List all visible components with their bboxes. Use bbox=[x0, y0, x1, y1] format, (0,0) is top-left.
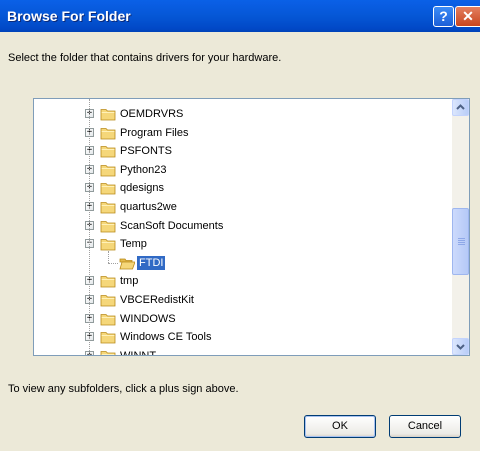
folder-label: PSFONTS bbox=[120, 145, 172, 157]
tree-item[interactable]: + quartus2we bbox=[34, 198, 454, 216]
close-icon: ✕ bbox=[462, 8, 474, 24]
tree-item[interactable]: + WINNT bbox=[34, 347, 454, 356]
folder-icon bbox=[100, 165, 116, 177]
folder-label: WINNT bbox=[120, 350, 157, 356]
scroll-up-button[interactable] bbox=[452, 99, 469, 116]
tree-item[interactable]: + qdesigns bbox=[34, 179, 454, 197]
folder-label: tmp bbox=[120, 275, 139, 287]
scroll-down-button[interactable] bbox=[452, 338, 469, 355]
scroll-thumb[interactable] bbox=[452, 208, 469, 275]
folder-icon bbox=[100, 295, 116, 307]
help-icon: ? bbox=[439, 8, 448, 24]
tree-item[interactable]: + Windows CE Tools bbox=[34, 328, 454, 346]
selected-folder-label: FTDI bbox=[137, 256, 166, 270]
folder-label: Python23 bbox=[120, 164, 167, 176]
folder-icon bbox=[100, 221, 116, 233]
title-bar[interactable]: Browse For Folder ? ✕ bbox=[0, 0, 480, 32]
folder-icon bbox=[100, 276, 116, 288]
folder-icon bbox=[100, 239, 116, 251]
tree-item[interactable]: + WINDOWS bbox=[34, 310, 454, 328]
cancel-button[interactable]: Cancel bbox=[389, 415, 461, 438]
tree-item[interactable]: + Python23 bbox=[34, 161, 454, 179]
folder-label: VBCERedistKit bbox=[120, 294, 194, 306]
folder-label: quartus2we bbox=[120, 201, 177, 213]
tree-item[interactable]: − Temp bbox=[34, 235, 454, 253]
window-title: Browse For Folder bbox=[7, 8, 131, 24]
tree-item[interactable]: + Program Files bbox=[34, 124, 454, 142]
chevron-up-icon bbox=[456, 104, 465, 110]
folder-icon bbox=[100, 351, 116, 355]
tree-item[interactable]: + PSFONTS bbox=[34, 142, 454, 160]
hint-text: To view any subfolders, click a plus sig… bbox=[8, 383, 239, 395]
chevron-down-icon bbox=[456, 344, 465, 350]
help-button[interactable]: ? bbox=[433, 6, 454, 27]
folder-icon bbox=[100, 128, 116, 140]
folder-icon bbox=[100, 109, 116, 121]
folder-label: qdesigns bbox=[120, 182, 165, 194]
folder-icon bbox=[100, 314, 116, 326]
folder-icon bbox=[100, 202, 116, 214]
folder-icon bbox=[100, 332, 116, 344]
folder-icon bbox=[100, 146, 116, 158]
folder-label: ScanSoft Documents bbox=[120, 220, 224, 232]
tree-connector-line bbox=[108, 251, 109, 263]
folder-label: Program Files bbox=[120, 127, 189, 139]
tree-connector-line bbox=[108, 263, 118, 264]
folder-label: WINDOWS bbox=[120, 313, 176, 325]
tree-item[interactable]: + VBCERedistKit bbox=[34, 291, 454, 309]
tree-connector-line bbox=[89, 99, 90, 355]
folder-tree[interactable]: + OEMDRVRS + Program Files + PSFONTS + Python23… bbox=[33, 98, 470, 356]
tree-item[interactable]: FTDI bbox=[34, 254, 454, 272]
folder-label: OEMDRVRS bbox=[120, 108, 184, 120]
tree-item[interactable]: + ScanSoft Documents bbox=[34, 217, 454, 235]
instruction-text: Select the folder that contains drivers … bbox=[8, 52, 282, 64]
folder-icon bbox=[100, 183, 116, 195]
tree-item[interactable]: + tmp bbox=[34, 272, 454, 290]
folder-label: Windows CE Tools bbox=[120, 331, 212, 343]
close-button[interactable]: ✕ bbox=[455, 6, 480, 27]
browse-folder-dialog: Browse For Folder ? ✕ Select the folder … bbox=[0, 0, 480, 451]
tree-item[interactable]: + OEMDRVRS bbox=[34, 105, 454, 123]
open-folder-icon bbox=[119, 258, 135, 270]
folder-label: Temp bbox=[120, 238, 147, 250]
ok-button[interactable]: OK bbox=[304, 415, 376, 438]
vertical-scrollbar[interactable] bbox=[452, 99, 469, 355]
